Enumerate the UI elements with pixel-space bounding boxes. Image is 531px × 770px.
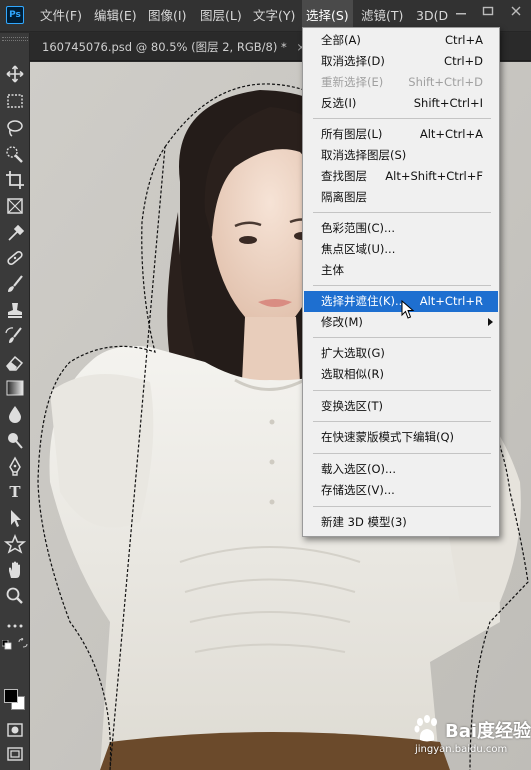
menu-item-save-selection[interactable]: 存储选区(V)... — [303, 480, 499, 501]
menu-type[interactable]: 文字(Y) — [253, 0, 295, 32]
rectangular-marquee-icon[interactable] — [3, 90, 27, 112]
foreground-color-swatch[interactable] — [4, 689, 18, 703]
document-tab[interactable]: 160745076.psd @ 80.5% (图层 2, RGB/8) * × — [42, 33, 306, 61]
swap-colors-icon[interactable] — [18, 637, 28, 648]
menu-item-inverse[interactable]: 反选(I) Shift+Ctrl+I — [303, 93, 499, 114]
zoom-icon[interactable] — [3, 585, 27, 607]
menu-item-all-layers[interactable]: 所有图层(L) Alt+Ctrl+A — [303, 124, 499, 145]
menu-item-load-selection[interactable]: 载入选区(O)... — [303, 459, 499, 480]
default-colors-icon[interactable] — [1, 639, 12, 650]
eraser-icon[interactable] — [3, 351, 27, 373]
menu-separator — [313, 212, 491, 213]
quick-selection-icon[interactable] — [3, 143, 27, 165]
more-tools-icon[interactable] — [3, 615, 27, 637]
photoshop-logo-icon: Ps — [6, 6, 24, 24]
menu-file[interactable]: 文件(F) — [40, 0, 82, 32]
frame-icon[interactable] — [3, 195, 27, 217]
submenu-arrow-icon — [488, 318, 493, 326]
menu-separator — [313, 421, 491, 422]
menu-separator — [313, 453, 491, 454]
document-tab-title: 160745076.psd @ 80.5% (图层 2, RGB/8) * — [42, 40, 287, 54]
menu-item-select-all[interactable]: 全部(A) Ctrl+A — [303, 30, 499, 51]
menu-item-isolate-layers[interactable]: 隔离图层 — [303, 187, 499, 208]
menu-item-new-3d-model[interactable]: 新建 3D 模型(3) — [303, 512, 499, 533]
history-brush-icon[interactable] — [3, 325, 27, 347]
tools-panel: T — [0, 33, 30, 770]
baidu-jingyan-watermark: Bai度经验 jingyan.baidu.com — [405, 712, 531, 764]
lasso-icon[interactable] — [3, 117, 27, 139]
type-icon[interactable]: T — [3, 481, 27, 503]
move-tool-icon[interactable] — [3, 63, 27, 85]
pen-icon[interactable] — [3, 455, 27, 477]
menu-item-grow[interactable]: 扩大选取(G) — [303, 343, 499, 364]
menu-item-focus-area[interactable]: 焦点区域(U)... — [303, 239, 499, 260]
select-menu-dropdown: 全部(A) Ctrl+A 取消选择(D) Ctrl+D 重新选择(E) Shift+C… — [302, 27, 500, 537]
watermark-brand: Bai度经验 — [445, 721, 531, 742]
maximize-icon[interactable] — [482, 6, 494, 16]
eyedropper-icon[interactable] — [3, 221, 27, 243]
menu-separator — [313, 285, 491, 286]
minimize-icon[interactable] — [455, 6, 467, 16]
menu-image[interactable]: 图像(I) — [148, 0, 186, 32]
menu-item-transform-selection[interactable]: 变换选区(T) — [303, 396, 499, 417]
close-window-icon[interactable] — [510, 6, 522, 16]
menu-separator — [313, 337, 491, 338]
menu-item-color-range[interactable]: 色彩范围(C)... — [303, 218, 499, 239]
menu-item-reselect: 重新选择(E) Shift+Ctrl+D — [321, 75, 483, 89]
crop-icon[interactable] — [3, 169, 27, 191]
menu-item-find-layers[interactable]: 查找图层 Alt+Shift+Ctrl+F — [303, 166, 499, 187]
menu-item-quick-mask-mode[interactable]: 在快速蒙版模式下编辑(Q) — [303, 427, 499, 448]
menu-layer[interactable]: 图层(L) — [200, 0, 242, 32]
quick-mask-icon[interactable] — [3, 719, 27, 741]
screen-mode-icon[interactable] — [3, 743, 27, 765]
mouse-cursor-icon — [401, 300, 415, 319]
healing-brush-icon[interactable] — [3, 247, 27, 269]
watermark-url: jingyan.baidu.com — [415, 744, 508, 755]
menu-separator — [313, 390, 491, 391]
blur-icon[interactable] — [3, 403, 27, 425]
baidu-paw-logo-icon — [414, 715, 437, 742]
menu-edit[interactable]: 编辑(E) — [94, 0, 137, 32]
dodge-icon[interactable] — [3, 429, 27, 451]
menu-item-deselect[interactable]: 取消选择(D) Ctrl+D — [303, 51, 499, 72]
menu-separator — [313, 506, 491, 507]
path-selection-icon[interactable] — [3, 507, 27, 529]
menu-item-deselect-layers[interactable]: 取消选择图层(S) — [303, 145, 499, 166]
menu-item-subject[interactable]: 主体 — [303, 260, 499, 281]
menu-separator — [313, 118, 491, 119]
menu-item-similar[interactable]: 选取相似(R) — [303, 364, 499, 385]
toolbar-grip[interactable] — [2, 37, 28, 41]
clone-stamp-icon[interactable] — [3, 299, 27, 321]
gradient-icon[interactable] — [3, 377, 27, 399]
hand-icon[interactable] — [3, 559, 27, 581]
brush-icon[interactable] — [3, 273, 27, 295]
custom-shape-icon[interactable] — [3, 533, 27, 555]
